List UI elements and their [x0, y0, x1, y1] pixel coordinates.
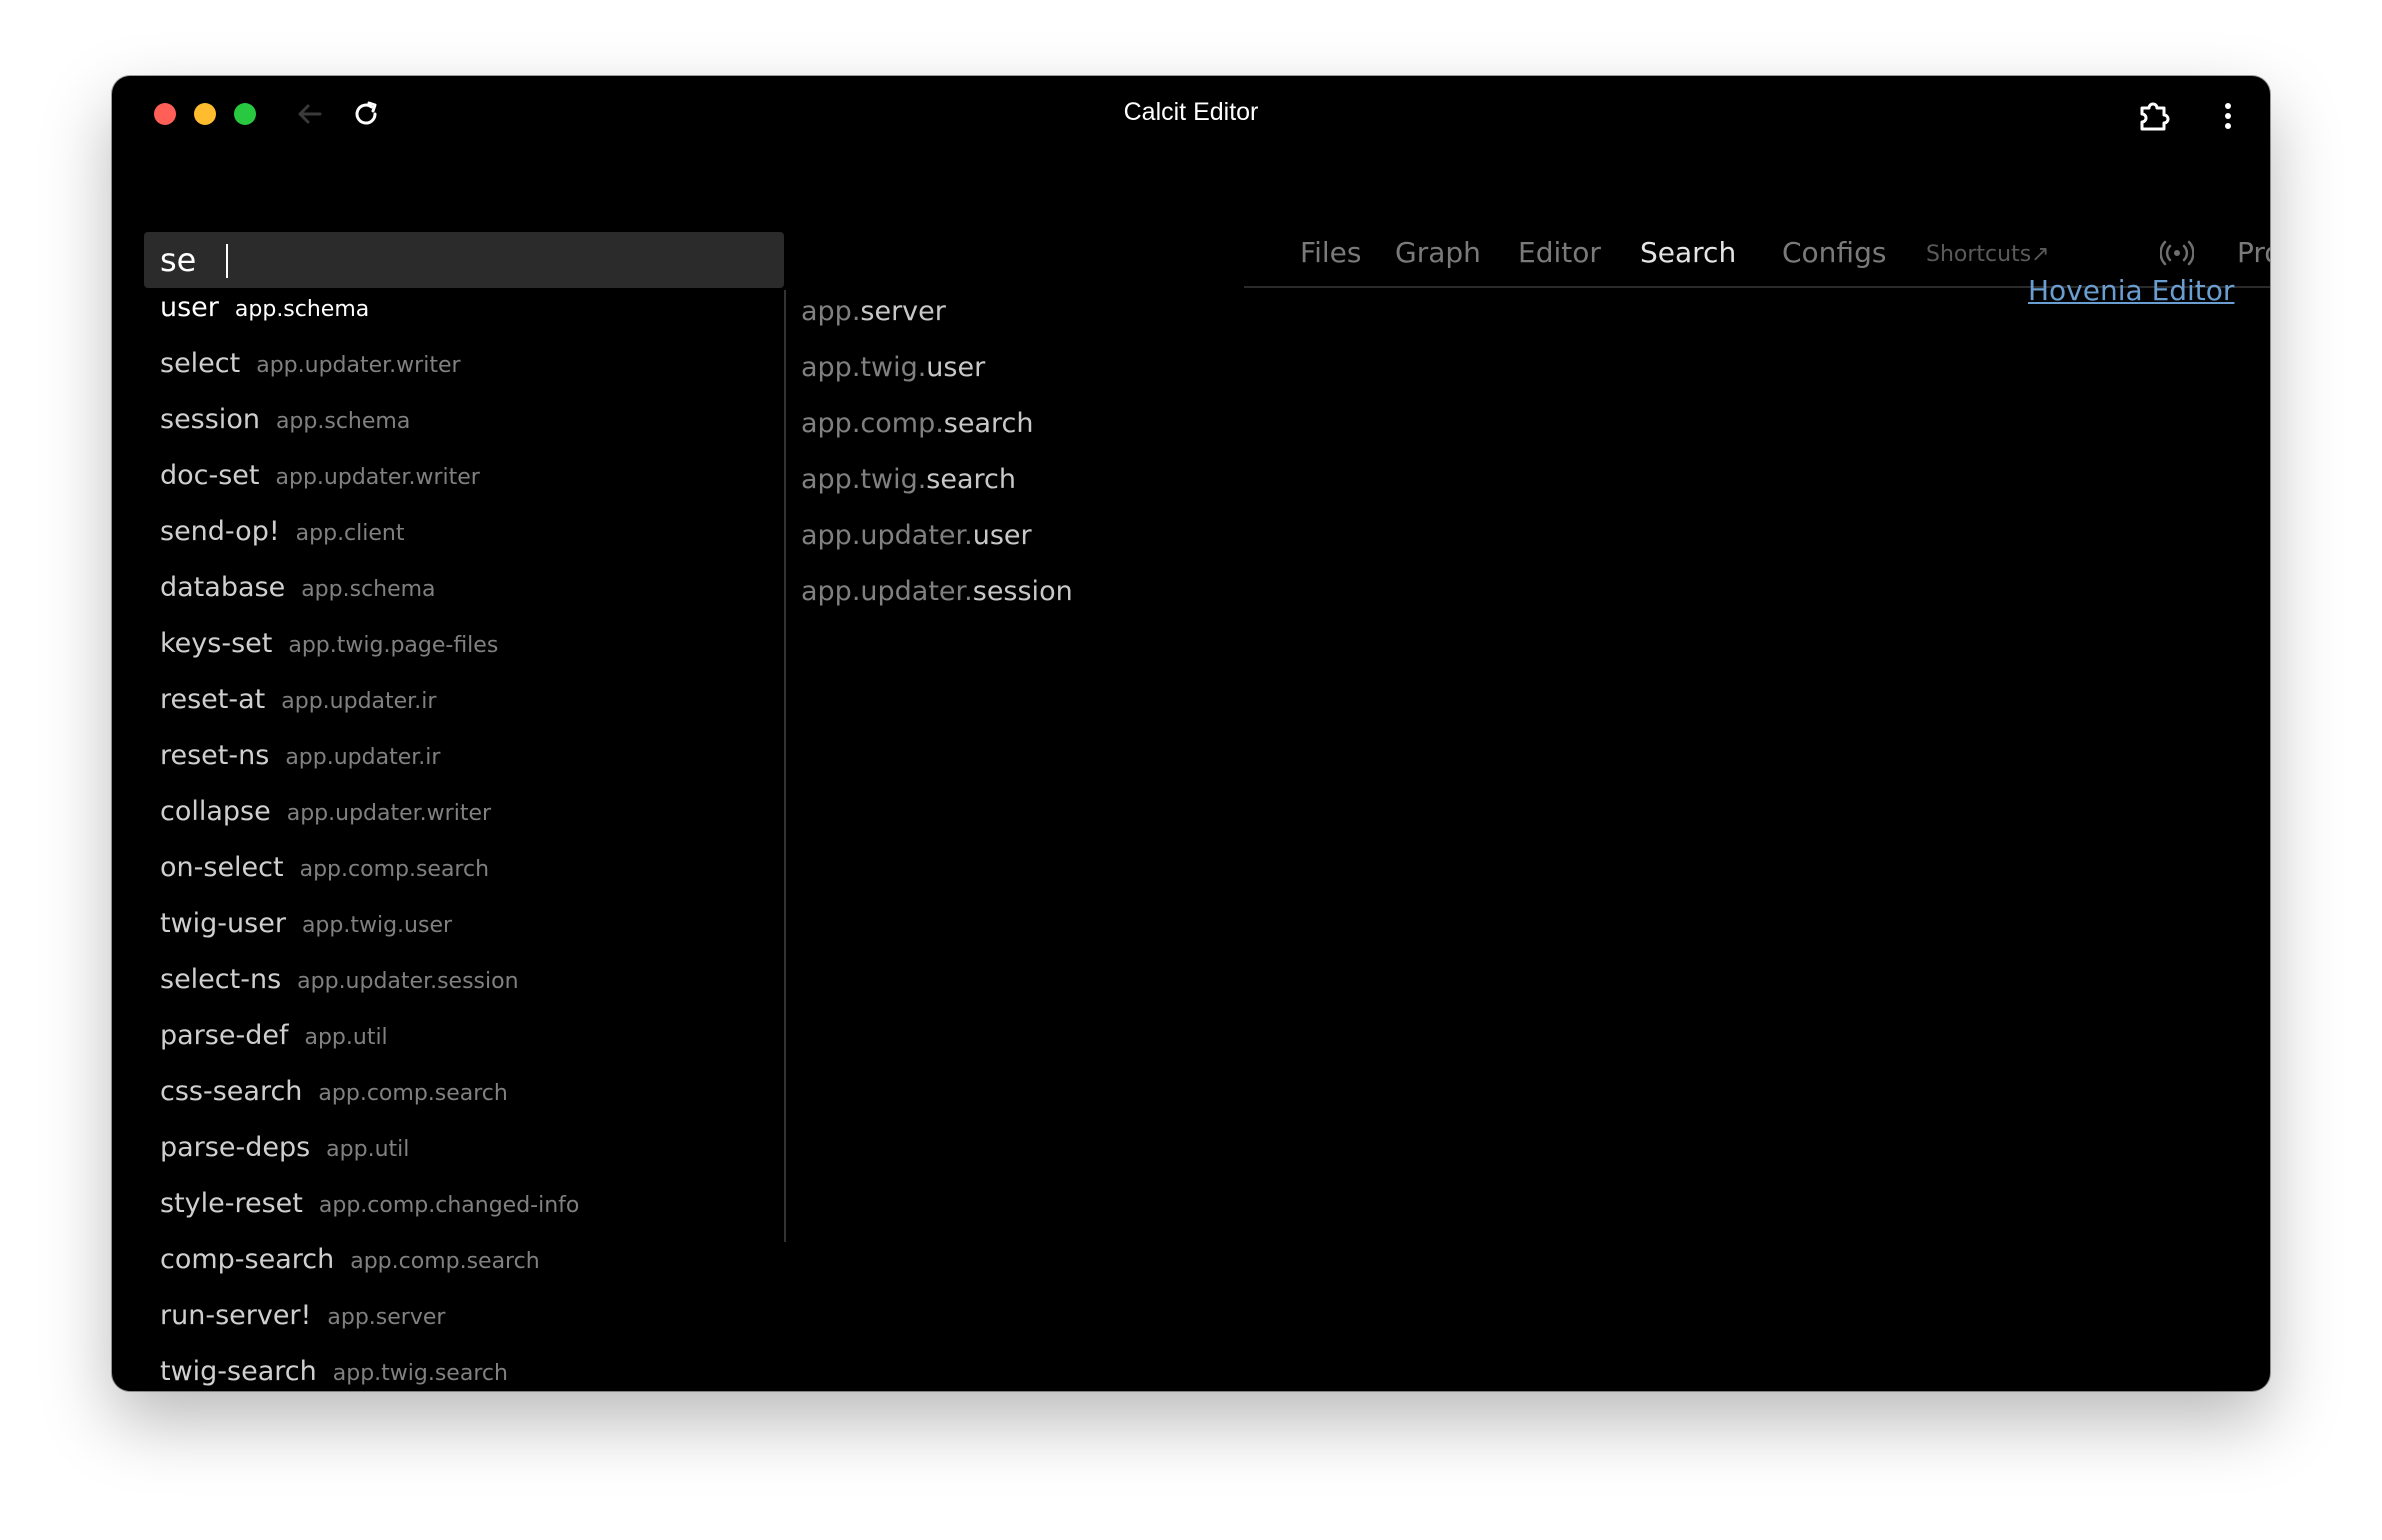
result-namespace: app.updater.ir — [285, 745, 441, 770]
result-namespace: app.updater.ir — [281, 689, 437, 714]
result-item[interactable]: database app.schema — [160, 572, 780, 628]
namespace-item[interactable]: app.comp.search — [801, 408, 1073, 464]
namespace-item[interactable]: app.twig.user — [801, 352, 1073, 408]
result-name: style-reset — [160, 1188, 303, 1219]
namespace-prefix: app.twig. — [801, 464, 927, 495]
column-divider — [784, 290, 786, 1242]
namespace-list: app.server app.twig.user app.comp.search… — [801, 296, 1073, 632]
tab-files[interactable]: Files — [1300, 236, 1361, 269]
result-item[interactable]: doc-set app.updater.writer — [160, 460, 780, 516]
hovenia-editor-link[interactable]: Hovenia Editor — [2028, 274, 2234, 307]
result-namespace: app.twig.search — [332, 1361, 508, 1386]
result-name: twig-user — [160, 908, 286, 939]
result-item[interactable]: comp-search app.comp.search — [160, 1244, 780, 1300]
more-menu-icon[interactable] — [2216, 96, 2240, 136]
result-namespace: app.comp.search — [350, 1249, 540, 1274]
result-name: session — [160, 404, 260, 435]
result-item[interactable]: twig-search app.twig.search — [160, 1356, 780, 1391]
namespace-name: server — [860, 296, 946, 327]
result-item[interactable]: twig-user app.twig.user — [160, 908, 780, 964]
result-namespace: app.updater.session — [297, 969, 519, 994]
result-name: run-server! — [160, 1300, 312, 1331]
result-name: keys-set — [160, 628, 273, 659]
namespace-name: user — [972, 520, 1032, 551]
result-name: reset-at — [160, 684, 266, 715]
extension-icon[interactable] — [2134, 96, 2174, 136]
namespace-item[interactable]: app.updater.session — [801, 576, 1073, 632]
tab-configs[interactable]: Configs — [1782, 236, 1886, 269]
tab-profile[interactable]: Profile:1 — [2237, 236, 2270, 269]
result-name: comp-search — [160, 1244, 335, 1275]
result-name: reset-ns — [160, 740, 270, 771]
result-name: user — [160, 292, 219, 323]
namespace-item[interactable]: app.twig.search — [801, 464, 1073, 520]
result-namespace: app.comp.search — [318, 1081, 508, 1106]
result-namespace: app.updater.writer — [286, 801, 492, 826]
result-item[interactable]: keys-set app.twig.page-files — [160, 628, 780, 684]
result-name: select — [160, 348, 241, 379]
result-name: send-op! — [160, 516, 280, 547]
result-item[interactable]: parse-def app.util — [160, 1020, 780, 1076]
search-input[interactable] — [160, 240, 760, 280]
app-window: Calcit Editor Files Graph Editor Search … — [112, 76, 2270, 1391]
window-title: Calcit Editor — [1123, 98, 1259, 126]
result-name: doc-set — [160, 460, 260, 491]
tab-editor[interactable]: Editor — [1518, 236, 1601, 269]
result-item[interactable]: on-select app.comp.search — [160, 852, 780, 908]
tab-search[interactable]: Search — [1640, 236, 1736, 269]
result-namespace: app.comp.search — [299, 857, 490, 882]
result-namespace: app.util — [326, 1137, 410, 1162]
result-item[interactable]: collapse app.updater.writer — [160, 796, 780, 852]
result-item[interactable]: parse-deps app.util — [160, 1132, 780, 1188]
tab-shortcuts[interactable]: Shortcuts↗ — [1926, 242, 2050, 267]
namespace-name: search — [943, 408, 1034, 439]
result-name: css-search — [160, 1076, 303, 1107]
result-item[interactable]: style-reset app.comp.changed-info — [160, 1188, 780, 1244]
search-results: user app.schema select app.updater.write… — [160, 292, 780, 1391]
result-item[interactable]: css-search app.comp.search — [160, 1076, 780, 1132]
namespace-prefix: app. — [801, 296, 861, 327]
result-namespace: app.util — [304, 1025, 388, 1050]
result-namespace: app.client — [295, 521, 405, 546]
result-item[interactable]: select app.updater.writer — [160, 348, 780, 404]
result-item[interactable]: run-server! app.server — [160, 1300, 780, 1356]
broadcast-icon[interactable] — [2159, 240, 2195, 266]
text-caret — [226, 244, 228, 278]
result-name: twig-search — [160, 1356, 317, 1387]
namespace-name: user — [926, 352, 986, 383]
result-name: parse-def — [160, 1020, 289, 1051]
result-namespace: app.schema — [275, 409, 411, 434]
namespace-item[interactable]: app.server — [801, 296, 1073, 352]
result-name: collapse — [160, 796, 271, 827]
namespace-prefix: app.comp. — [801, 408, 944, 439]
search-box — [144, 232, 784, 288]
result-item[interactable]: select-ns app.updater.session — [160, 964, 780, 1020]
namespace-name: search — [926, 464, 1016, 495]
title-bar: Calcit Editor — [112, 76, 2270, 152]
result-namespace: app.updater.writer — [256, 353, 461, 378]
result-item[interactable]: reset-at app.updater.ir — [160, 684, 780, 740]
result-item[interactable]: session app.schema — [160, 404, 780, 460]
namespace-item[interactable]: app.updater.user — [801, 520, 1073, 576]
result-namespace: app.updater.writer — [275, 465, 480, 490]
result-item[interactable]: user app.schema — [160, 292, 780, 348]
result-namespace: app.twig.user — [301, 913, 453, 938]
tab-graph[interactable]: Graph — [1395, 236, 1481, 269]
namespace-name: session — [972, 576, 1073, 607]
result-name: select-ns — [160, 964, 282, 995]
result-item[interactable]: send-op! app.client — [160, 516, 780, 572]
result-namespace: app.schema — [301, 577, 436, 602]
result-namespace: app.twig.page-files — [288, 633, 499, 658]
namespace-prefix: app.updater. — [801, 520, 973, 551]
result-namespace: app.schema — [234, 297, 370, 322]
result-item[interactable]: reset-ns app.updater.ir — [160, 740, 780, 796]
namespace-prefix: app.twig. — [801, 352, 927, 383]
result-name: parse-deps — [160, 1132, 311, 1163]
namespace-prefix: app.updater. — [801, 576, 973, 607]
result-name: database — [160, 572, 286, 603]
result-namespace: app.server — [327, 1305, 446, 1330]
result-name: on-select — [160, 852, 284, 883]
result-namespace: app.comp.changed-info — [318, 1193, 580, 1218]
